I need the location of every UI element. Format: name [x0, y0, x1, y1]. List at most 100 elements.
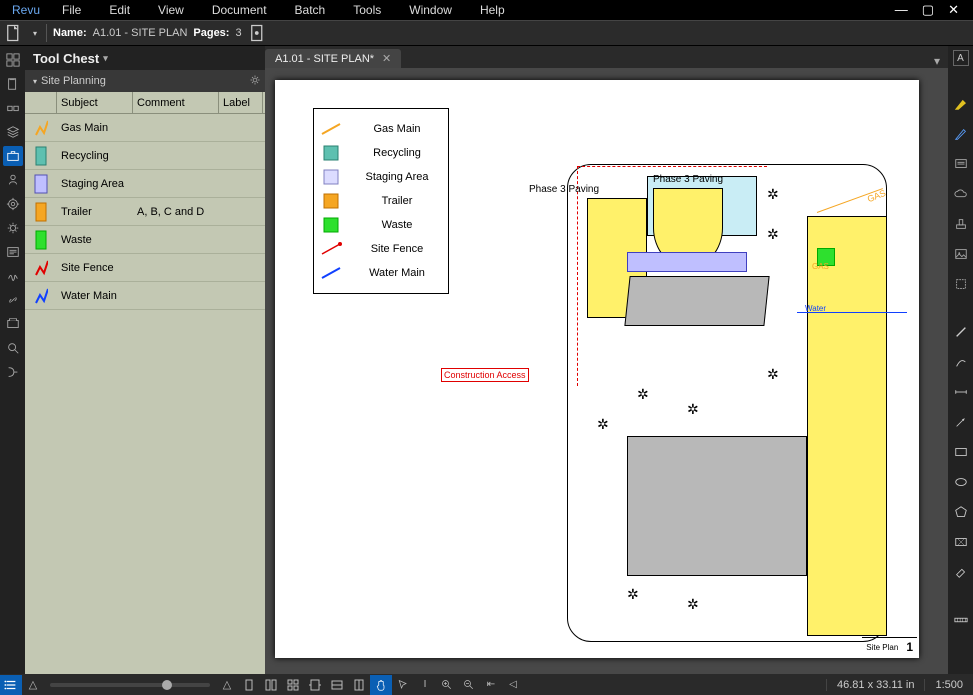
- menu-batch[interactable]: Batch: [281, 3, 340, 17]
- tool-row-trailer[interactable]: Trailer A, B, C and D: [25, 198, 265, 226]
- rectangle-tool-icon[interactable]: [951, 442, 971, 462]
- canvas[interactable]: Gas Main Recycling Staging Area Trailer …: [265, 68, 948, 674]
- toolchest-icon[interactable]: [3, 146, 23, 166]
- fit-height-icon[interactable]: [348, 675, 370, 695]
- dimension-tool-icon[interactable]: [951, 382, 971, 402]
- links-icon[interactable]: [3, 290, 23, 310]
- tab-title: A1.01 - SITE PLAN*: [275, 53, 374, 65]
- ellipse-tool-icon[interactable]: [951, 472, 971, 492]
- bookmarks-icon[interactable]: [3, 74, 23, 94]
- section-collapse-icon[interactable]: ▾: [33, 77, 37, 86]
- forms-icon[interactable]: [3, 242, 23, 262]
- arc-tool-icon[interactable]: [951, 352, 971, 372]
- legend-box: Gas Main Recycling Staging Area Trailer …: [313, 108, 449, 294]
- col-subject[interactable]: Subject: [57, 92, 133, 113]
- tool-row-gas-main[interactable]: Gas Main: [25, 114, 265, 142]
- pen-tool-icon[interactable]: [951, 124, 971, 144]
- studio-icon[interactable]: [3, 362, 23, 382]
- properties-icon[interactable]: [3, 170, 23, 190]
- tool-subject: Gas Main: [57, 122, 133, 134]
- select-text-icon[interactable]: I: [414, 675, 436, 695]
- section-settings-icon[interactable]: [249, 74, 261, 89]
- document-tab[interactable]: A1.01 - SITE PLAN* ✕: [265, 49, 401, 68]
- cursor-coordinates: 46.81 x 33.11 in: [826, 679, 924, 691]
- window-close-icon[interactable]: ✕: [948, 2, 959, 18]
- arrow-tool-icon[interactable]: [951, 412, 971, 432]
- app-brand[interactable]: Revu: [4, 3, 48, 17]
- menu-window[interactable]: Window: [395, 3, 466, 17]
- layers-icon[interactable]: [3, 122, 23, 142]
- select-tool-icon[interactable]: [392, 675, 414, 695]
- col-label[interactable]: Label: [219, 92, 263, 113]
- continuous-page-icon[interactable]: [260, 675, 282, 695]
- tool-subject: Recycling: [57, 150, 133, 162]
- note-tool-icon[interactable]: [951, 154, 971, 174]
- zoom-slider[interactable]: [50, 683, 210, 687]
- files-icon[interactable]: [3, 98, 23, 118]
- find-icon[interactable]: [3, 338, 23, 358]
- page[interactable]: Gas Main Recycling Staging Area Trailer …: [275, 80, 919, 658]
- tool-row-waste[interactable]: Waste: [25, 226, 265, 254]
- legend-label: Recycling: [352, 147, 442, 159]
- line-tool-icon[interactable]: [951, 322, 971, 342]
- toolchest-panel: Tool Chest ▾ ▾ Site Planning Subject Com…: [25, 46, 265, 674]
- status-bar: △ △ I ⇤ ◁ 46.81 x 33.11 in 1:500: [0, 674, 973, 695]
- window-maximize-icon[interactable]: ▢: [922, 2, 934, 18]
- page-properties-button[interactable]: [248, 23, 268, 43]
- single-page-icon[interactable]: [238, 675, 260, 695]
- side-by-side-icon[interactable]: [282, 675, 304, 695]
- menu-help[interactable]: Help: [466, 3, 519, 17]
- tool-subject: Water Main: [57, 290, 133, 302]
- menu-view[interactable]: View: [144, 3, 198, 17]
- gas-label: GAS: [866, 188, 887, 204]
- tab-menu-icon[interactable]: ▾: [926, 54, 948, 68]
- eraser-tool-icon[interactable]: [951, 562, 971, 582]
- prev-page-icon[interactable]: ◁: [502, 675, 524, 695]
- zoom-tool-out-icon[interactable]: [458, 675, 480, 695]
- search-panel-icon[interactable]: [3, 194, 23, 214]
- zoom-tool-in-icon[interactable]: [436, 675, 458, 695]
- cloud-tool-icon[interactable]: [951, 184, 971, 204]
- col-comment[interactable]: Comment: [133, 92, 219, 113]
- menu-document[interactable]: Document: [198, 3, 281, 17]
- tool-subject: Trailer: [57, 206, 133, 218]
- name-label: Name:: [53, 27, 87, 39]
- sets-icon[interactable]: [3, 314, 23, 334]
- trailer-icon: [34, 201, 48, 223]
- document-area: A1.01 - SITE PLAN* ✕ ▾ Gas Main Recyclin…: [265, 46, 948, 674]
- scale-display[interactable]: 1:500: [924, 679, 973, 691]
- stamp-tool-icon[interactable]: [951, 214, 971, 234]
- panel-dropdown-icon[interactable]: ▾: [103, 53, 108, 64]
- gas-label: GAS: [812, 262, 829, 271]
- first-page-icon[interactable]: ⇤: [480, 675, 502, 695]
- zoom-in-icon[interactable]: △: [216, 675, 238, 695]
- markups-list-button[interactable]: [0, 675, 22, 695]
- sketch-rect-tool-icon[interactable]: [951, 532, 971, 552]
- menu-file[interactable]: File: [48, 3, 95, 17]
- menu-edit[interactable]: Edit: [95, 3, 144, 17]
- polygon-tool-icon[interactable]: [951, 502, 971, 522]
- fit-width-icon[interactable]: [326, 675, 348, 695]
- window-minimize-icon[interactable]: —: [895, 2, 908, 18]
- tool-row-site-fence[interactable]: Site Fence: [25, 254, 265, 282]
- new-doc-dropdown-icon[interactable]: ▾: [30, 23, 40, 43]
- measure-tool-icon[interactable]: [951, 610, 971, 630]
- tool-row-staging-area[interactable]: Staging Area: [25, 170, 265, 198]
- text-tool-icon[interactable]: A: [953, 50, 969, 66]
- menu-tools[interactable]: Tools: [339, 3, 395, 17]
- crop-tool-icon[interactable]: [951, 274, 971, 294]
- phase-label: Phase 3 Paving: [529, 184, 599, 195]
- tab-close-icon[interactable]: ✕: [382, 52, 391, 65]
- tool-row-recycling[interactable]: Recycling: [25, 142, 265, 170]
- highlight-tool-icon[interactable]: [951, 94, 971, 114]
- fit-page-icon[interactable]: [304, 675, 326, 695]
- pan-tool-button[interactable]: [370, 675, 392, 695]
- settings-icon[interactable]: [3, 218, 23, 238]
- image-tool-icon[interactable]: [951, 244, 971, 264]
- signatures-icon[interactable]: [3, 266, 23, 286]
- zoom-out-icon[interactable]: △: [22, 675, 44, 695]
- thumbnails-icon[interactable]: [3, 50, 23, 70]
- title-block: Site Plan 1: [862, 637, 917, 656]
- tool-row-water-main[interactable]: Water Main: [25, 282, 265, 310]
- new-doc-button[interactable]: [4, 23, 24, 43]
